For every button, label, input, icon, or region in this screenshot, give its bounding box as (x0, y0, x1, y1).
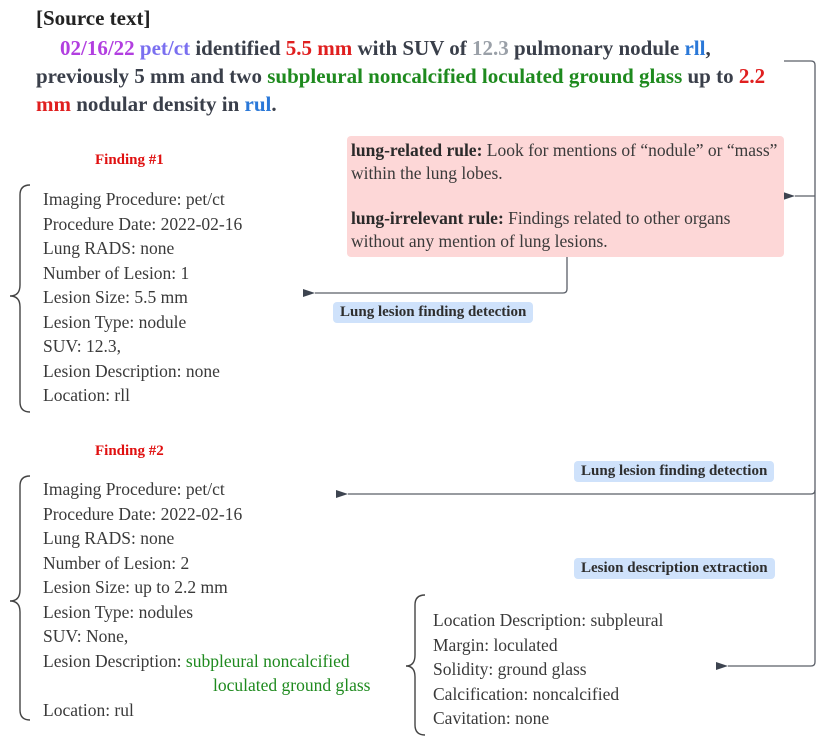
field: Calcification: noncalcified (433, 683, 620, 704)
field: Procedure Date: 2022-02-16 (43, 213, 243, 234)
description-brace (405, 594, 426, 736)
description-fields: Location Description: subpleural Margin:… (433, 608, 663, 731)
lung-related-rule: lung-related rule: Look for mentions of … (351, 139, 778, 185)
field: Cavitation: none (433, 708, 550, 728)
field: Lung RADS: none (43, 528, 175, 548)
source-description: subpleural noncalcified loculated ground… (267, 64, 683, 88)
finding1-fields: Imaging Procedure: pet/ct Procedure Date… (43, 187, 242, 408)
field: Location: rul (43, 699, 134, 720)
field: Lesion Description: none (43, 360, 220, 381)
rule-label: lung-related rule: (351, 140, 483, 160)
rule-label: lung-irrelevant rule: (351, 208, 504, 228)
detection-tag-1: Lung lesion finding detection (333, 302, 534, 323)
source-segment: up to (682, 64, 739, 88)
source-segment: nodular density in (71, 92, 245, 116)
finding1-brace (9, 184, 31, 413)
field: Number of Lesion: 2 (43, 552, 190, 573)
field: Solidity: ground glass (433, 659, 587, 679)
finding2-brace (9, 475, 31, 721)
source-location2: rul (244, 92, 272, 116)
field-lesion-description-cont: loculated ground glass (213, 675, 371, 695)
finding2-fields: Imaging Procedure: pet/ct Procedure Date… (43, 477, 370, 722)
field-lesion-description: Lesion Description: subpleural noncalcif… (43, 649, 370, 674)
field: Lung RADS: none (43, 238, 175, 258)
source-segment: with SUV of (352, 36, 473, 60)
source-date: 02/16/22 (60, 36, 135, 60)
rule-box: lung-related rule: Look for mentions of … (347, 136, 784, 257)
description-value: subpleural noncalcified (185, 650, 350, 671)
source-size1: 5.5 mm (285, 36, 353, 60)
source-title: [Source text] (36, 6, 151, 30)
field: Imaging Procedure: pet/ct (43, 189, 225, 209)
finding2-title: Finding #2 (95, 443, 164, 459)
source-location1: rll (684, 36, 706, 60)
field-label: Lesion Description: (43, 650, 186, 671)
detection-tag-2: Lung lesion finding detection (574, 461, 775, 482)
finding1-connector (303, 257, 568, 297)
lung-irrelevant-rule: lung-irrelevant rule: Findings related t… (351, 207, 778, 253)
field: SUV: 12.3, (43, 336, 121, 356)
field: Location Description: subpleural (433, 610, 664, 630)
finding1-title: Finding #1 (95, 152, 164, 168)
field: Lesion Size: 5.5 mm (43, 287, 188, 307)
source-segment: identified (190, 36, 286, 60)
field: Procedure Date: 2022-02-16 (43, 503, 243, 524)
source-text: 02/16/22 pet/ct identified 5.5 mm with S… (36, 34, 796, 118)
field: SUV: None, (43, 626, 129, 646)
field: Imaging Procedure: pet/ct (43, 479, 225, 499)
field: Lesion Type: nodules (43, 601, 194, 622)
field: Margin: loculated (433, 634, 558, 655)
field: Lesion Type: nodule (43, 311, 187, 332)
field: Number of Lesion: 1 (43, 262, 190, 283)
field: Lesion Size: up to 2.2 mm (43, 577, 228, 597)
description-tag: Lesion description extraction (574, 558, 775, 579)
source-procedure: pet/ct (139, 36, 191, 60)
field: Location: rll (43, 385, 130, 405)
source-segment: pulmonary nodule (508, 36, 685, 60)
finding2-connector (336, 489, 816, 498)
source-suv: 12.3 (472, 36, 509, 60)
source-segment: . (271, 92, 277, 116)
